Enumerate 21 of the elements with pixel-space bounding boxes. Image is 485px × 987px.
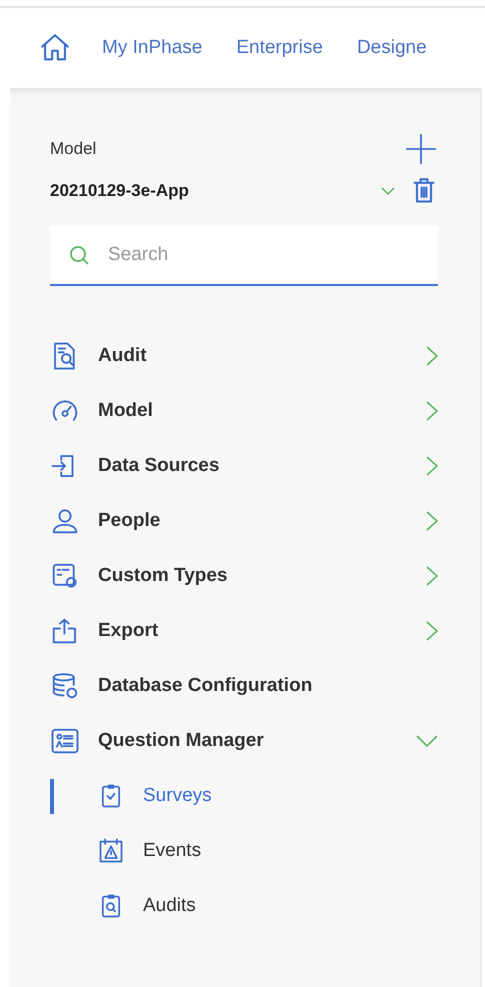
menu-item[interactable]: Audit — [50, 328, 438, 383]
menu-item[interactable]: Data Sources — [50, 438, 438, 493]
menu-item[interactable]: Database Configuration — [50, 658, 438, 713]
model-label: Model — [50, 139, 96, 159]
nav-link[interactable]: My InPhase — [102, 37, 202, 59]
submenu-item[interactable]: Events — [50, 823, 438, 878]
model-value: 20210129-3e-App — [50, 181, 189, 201]
nav-link[interactable]: Enterprise — [236, 37, 323, 59]
menu-item[interactable]: Question Manager — [50, 713, 438, 768]
menu-item[interactable]: Model — [50, 383, 438, 438]
menu-item[interactable]: Export — [50, 603, 438, 658]
nav-link[interactable]: Designe — [356, 37, 427, 59]
menu-item[interactable]: Custom Types — [50, 548, 438, 603]
submenu-item[interactable]: Audits — [50, 878, 438, 933]
database-gear-icon — [50, 670, 80, 700]
add-button[interactable] — [404, 132, 438, 166]
chevron-down-icon[interactable] — [380, 185, 396, 197]
menu-item[interactable]: People — [50, 493, 438, 548]
calendar-warning-icon — [97, 836, 125, 864]
submenu-item[interactable]: Surveys — [50, 768, 438, 823]
search-field[interactable]: Search — [50, 226, 438, 286]
